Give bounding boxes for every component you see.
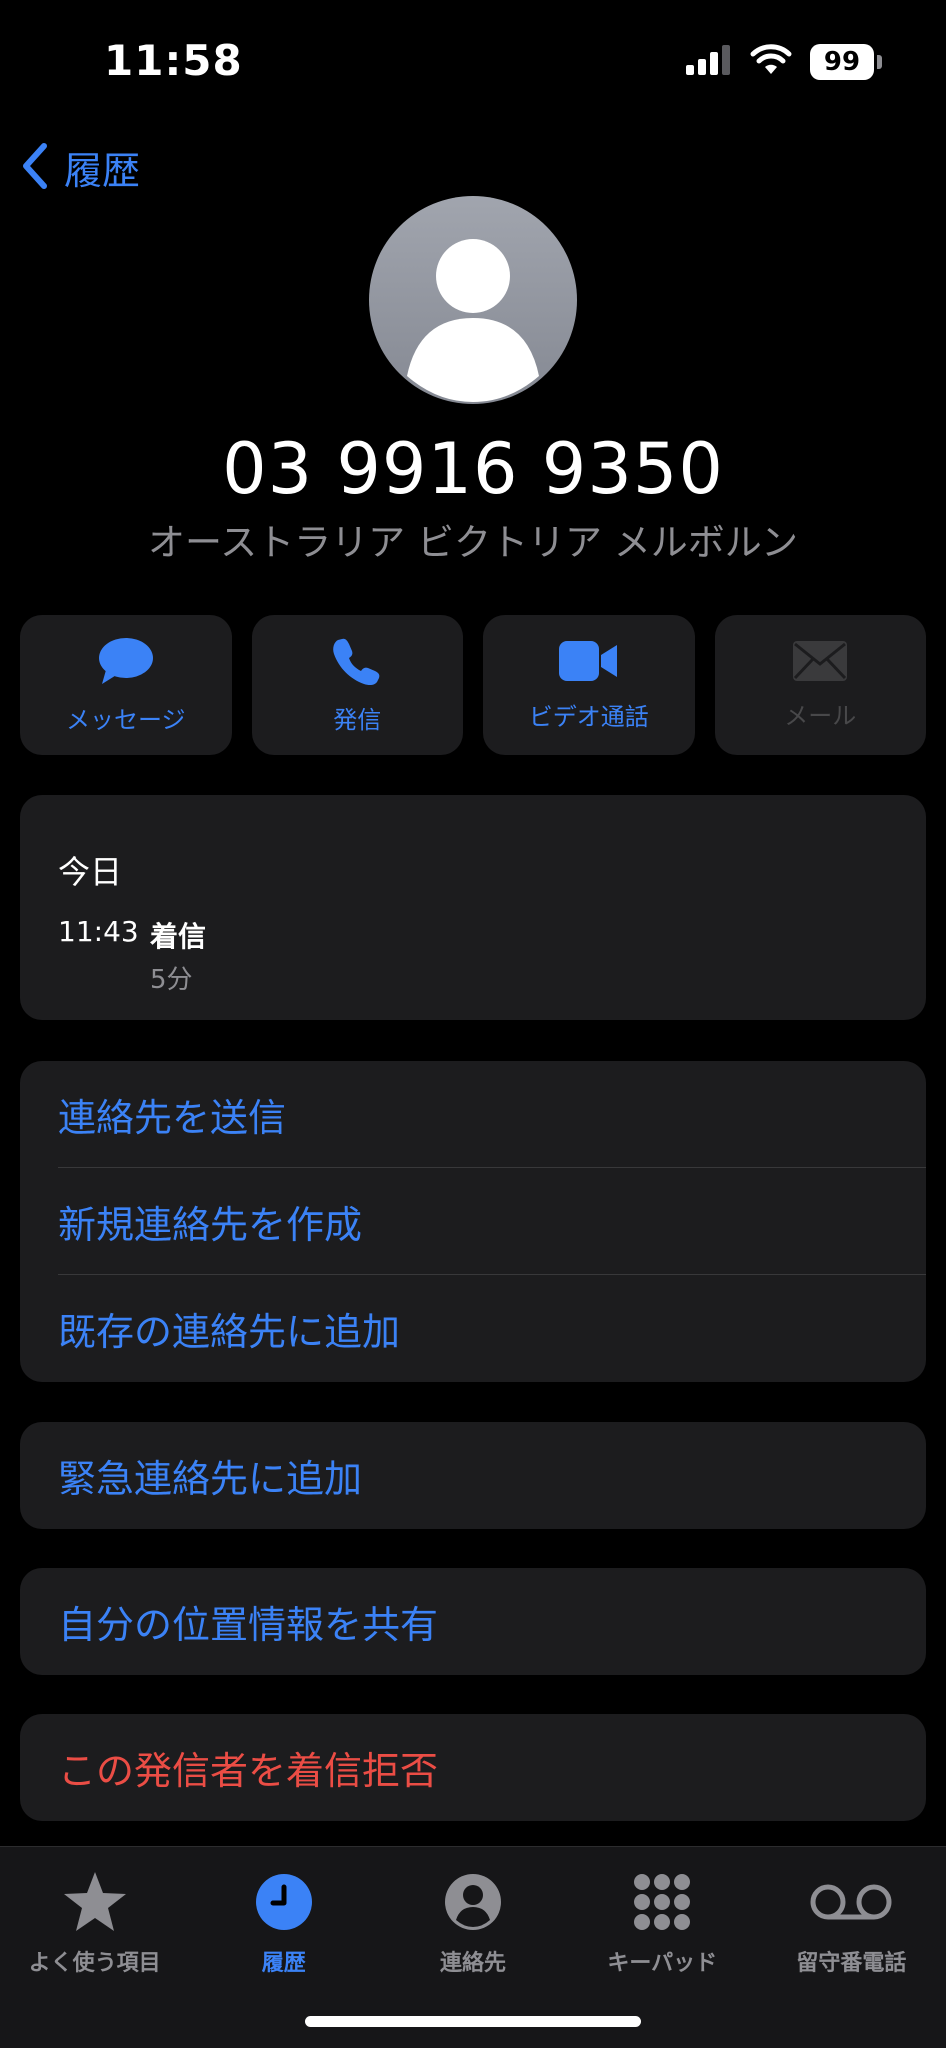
call-label: 発信 (333, 705, 382, 734)
envelope-icon (792, 640, 848, 686)
signal-icon (686, 45, 732, 79)
mail-label: メール (784, 701, 857, 730)
phone-number: 03 9916 9350 (222, 428, 724, 510)
message-bubble-icon (98, 636, 154, 690)
message-button[interactable]: メッセージ (20, 615, 232, 755)
back-button[interactable]: 履歴 (20, 140, 140, 195)
chevron-left-icon (20, 142, 50, 194)
tab-label: 連絡先 (440, 1951, 507, 1976)
avatar (369, 196, 577, 404)
battery-icon: 99 (810, 44, 882, 80)
tab-label: 履歴 (261, 1951, 306, 1976)
clock-icon (255, 1865, 313, 1939)
tab-label: よく使う項目 (28, 1951, 161, 1976)
caller-location: オーストラリア ビクトリア メルボルン (148, 521, 798, 564)
call-duration: 5分 (150, 965, 193, 995)
video-call-label: ビデオ通話 (528, 702, 649, 731)
block-caller-button[interactable]: この発信者を着信拒否 (20, 1714, 926, 1821)
share-location-card: 自分の位置情報を共有 (20, 1568, 926, 1675)
wifi-icon (750, 44, 792, 80)
person-silhouette-icon (407, 239, 539, 402)
message-label: メッセージ (65, 705, 186, 734)
back-label: 履歴 (64, 149, 141, 193)
tab-label: 留守番電話 (796, 1951, 907, 1976)
phone-icon (332, 636, 382, 690)
keypad-icon (633, 1865, 691, 1939)
call-history-card: 今日 11:43 着信 5分 (20, 795, 926, 1020)
person-circle-icon (444, 1865, 502, 1939)
call-day: 今日 (58, 853, 123, 891)
share-location-button[interactable]: 自分の位置情報を共有 (20, 1568, 926, 1675)
call-button[interactable]: 発信 (251, 615, 463, 755)
tab-favorites[interactable]: よく使う項目 (0, 1865, 189, 1977)
add-emergency-contact-button[interactable]: 緊急連絡先に追加 (20, 1422, 926, 1529)
tab-label: キーパッド (607, 1951, 718, 1976)
voicemail-icon (809, 1865, 893, 1939)
star-icon (62, 1865, 128, 1939)
mail-button[interactable]: メール (714, 615, 926, 755)
share-contact-button[interactable]: 連絡先を送信 (20, 1061, 926, 1168)
video-call-button[interactable]: ビデオ通話 (483, 615, 695, 755)
tab-voicemail[interactable]: 留守番電話 (757, 1865, 946, 1977)
contact-options-card: 連絡先を送信 新規連絡先を作成 既存の連絡先に追加 (20, 1061, 926, 1382)
call-type: 着信 (150, 920, 207, 953)
video-camera-icon (558, 639, 619, 687)
emergency-card: 緊急連絡先に追加 (20, 1422, 926, 1529)
status-icons: 99 (686, 44, 882, 80)
battery-level: 99 (810, 44, 874, 80)
add-to-existing-contact-button[interactable]: 既存の連絡先に追加 (20, 1275, 926, 1382)
status-time: 11:58 (104, 36, 243, 85)
status-bar: 11:58 99 (0, 0, 946, 120)
home-indicator[interactable] (305, 2016, 641, 2027)
create-contact-button[interactable]: 新規連絡先を作成 (20, 1168, 926, 1275)
block-caller-card: この発信者を着信拒否 (20, 1714, 926, 1821)
tab-contacts[interactable]: 連絡先 (378, 1865, 567, 1977)
tab-recents[interactable]: 履歴 (189, 1865, 378, 1977)
tab-keypad[interactable]: キーパッド (568, 1865, 757, 1977)
call-time: 11:43 (58, 915, 139, 948)
action-buttons: メッセージ 発信 ビデオ通話 メール (20, 615, 926, 755)
